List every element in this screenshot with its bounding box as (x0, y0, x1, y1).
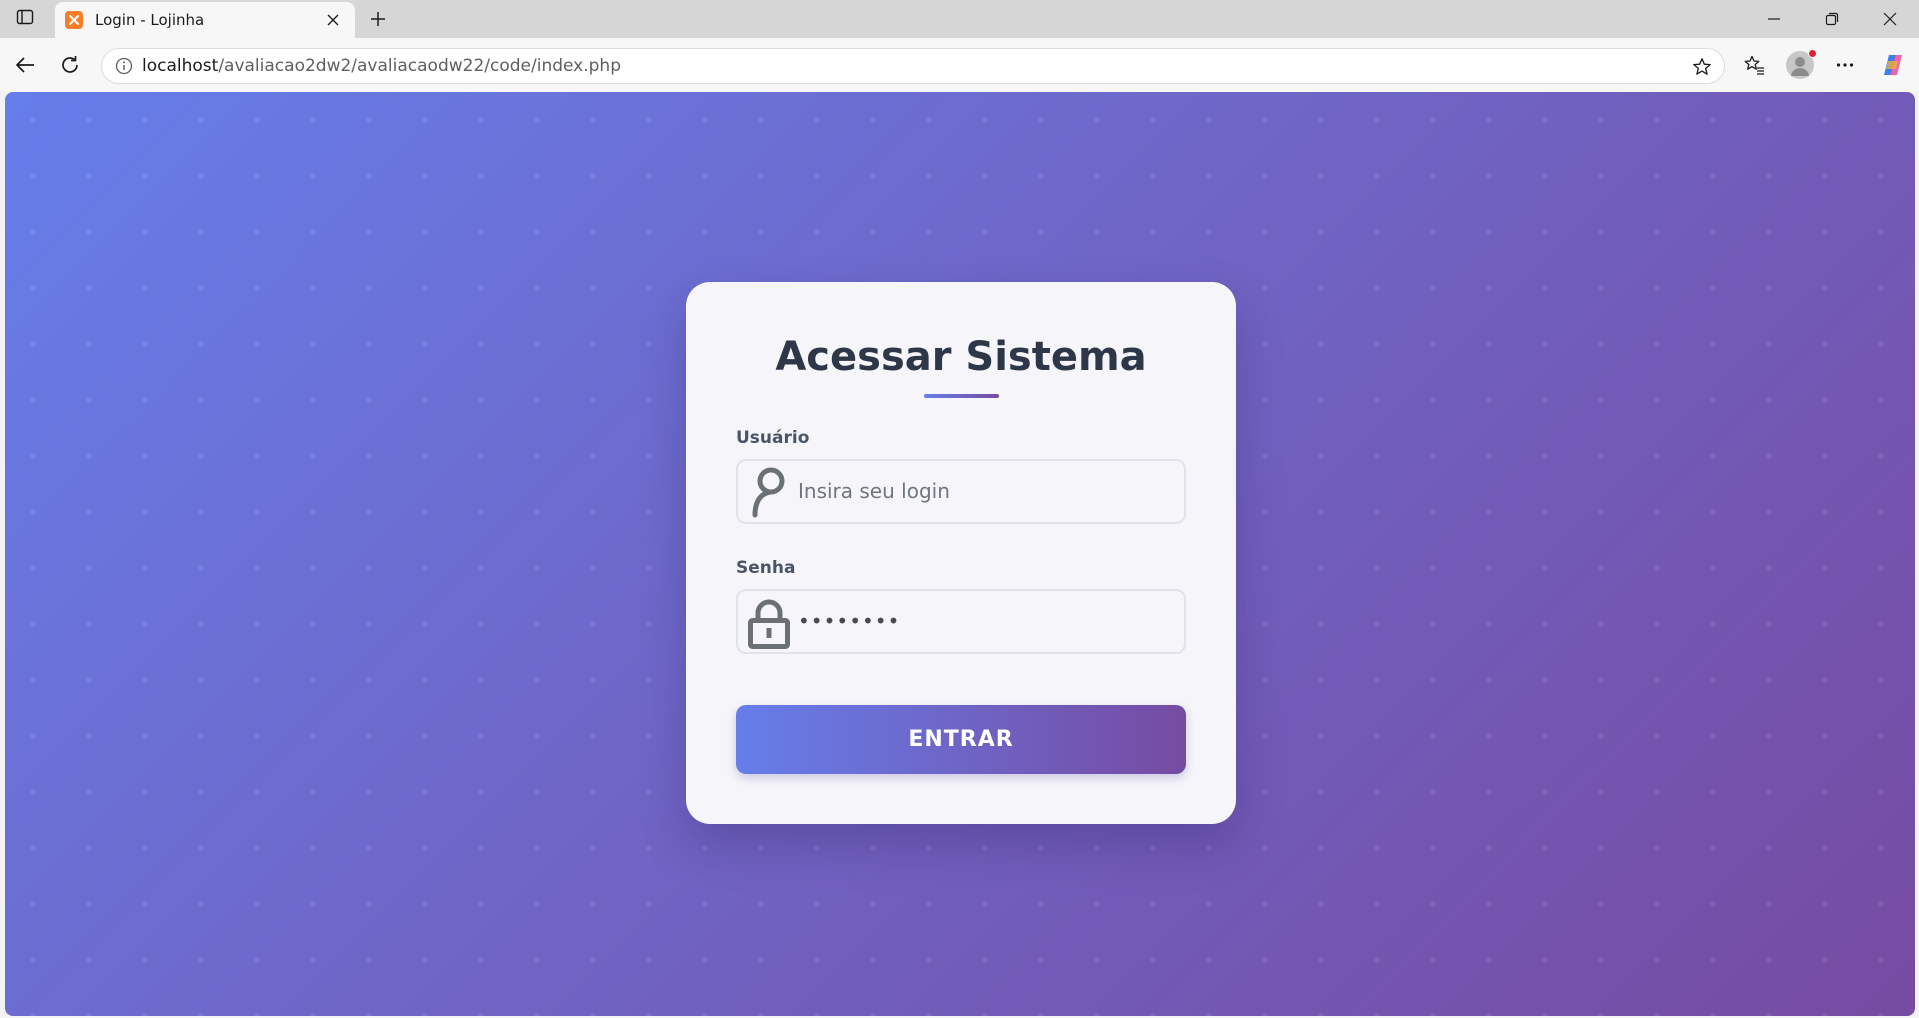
login-card: Acessar Sistema Usuário Insira seu login… (686, 282, 1236, 824)
minimize-button[interactable] (1745, 0, 1803, 38)
copilot-icon (1884, 55, 1902, 75)
restore-button[interactable] (1803, 0, 1861, 38)
favorite-button[interactable] (1690, 55, 1714, 79)
tab-actions-button[interactable] (10, 6, 40, 32)
url-path: /avaliacao2dw2/avaliacaodw22/code/index.… (218, 56, 621, 76)
more-icon (1836, 63, 1854, 67)
close-window-button[interactable] (1861, 0, 1919, 38)
close-icon (1883, 12, 1897, 26)
username-input[interactable]: Insira seu login (798, 461, 950, 522)
tab-close-button[interactable] (321, 8, 345, 32)
username-label: Usuário (736, 428, 810, 448)
more-button[interactable] (1829, 49, 1861, 81)
title-underline (924, 394, 999, 398)
favorites-button[interactable] (1738, 49, 1770, 81)
star-icon (1693, 58, 1711, 75)
info-icon[interactable] (114, 56, 134, 76)
page-title: Acessar Sistema (775, 334, 1147, 380)
window-controls (1745, 0, 1919, 38)
plus-icon (371, 12, 385, 26)
password-field[interactable]: •••••••• (736, 589, 1186, 654)
address-bar[interactable]: localhost/avaliacao2dw2/avaliacaodw22/co… (101, 48, 1725, 84)
profile-icon (1786, 49, 1817, 79)
url-text: localhost/avaliacao2dw2/avaliacaodw22/co… (142, 56, 621, 76)
copilot-button[interactable] (1877, 49, 1909, 81)
close-icon (327, 14, 339, 26)
reload-icon (62, 56, 78, 73)
user-icon (746, 465, 792, 521)
profile-button[interactable] (1784, 49, 1817, 81)
username-field[interactable]: Insira seu login (736, 459, 1186, 524)
restore-icon (1825, 12, 1839, 26)
password-input[interactable]: •••••••• (798, 591, 900, 652)
url-host: localhost (142, 56, 219, 76)
notification-dot (1808, 49, 1817, 58)
minimize-icon (1768, 18, 1780, 20)
tab-title: Login - Lojinha (95, 11, 205, 29)
browser-toolbar: localhost/avaliacao2dw2/avaliacaodw22/co… (0, 38, 1919, 92)
back-button[interactable] (9, 49, 41, 81)
page-viewport: Acessar Sistema Usuário Insira seu login… (5, 92, 1915, 1016)
xampp-icon (65, 11, 83, 29)
new-tab-button[interactable] (364, 6, 392, 32)
back-arrow-icon (16, 57, 34, 73)
reload-button[interactable] (54, 49, 86, 81)
lock-icon (746, 595, 792, 651)
browser-tab[interactable]: Login - Lojinha (55, 2, 355, 38)
favorites-icon (1744, 55, 1764, 75)
login-submit-button[interactable]: ENTRAR (736, 705, 1186, 774)
password-label: Senha (736, 558, 796, 578)
tab-actions-icon (16, 8, 34, 30)
browser-titlebar: Login - Lojinha (0, 0, 1919, 38)
